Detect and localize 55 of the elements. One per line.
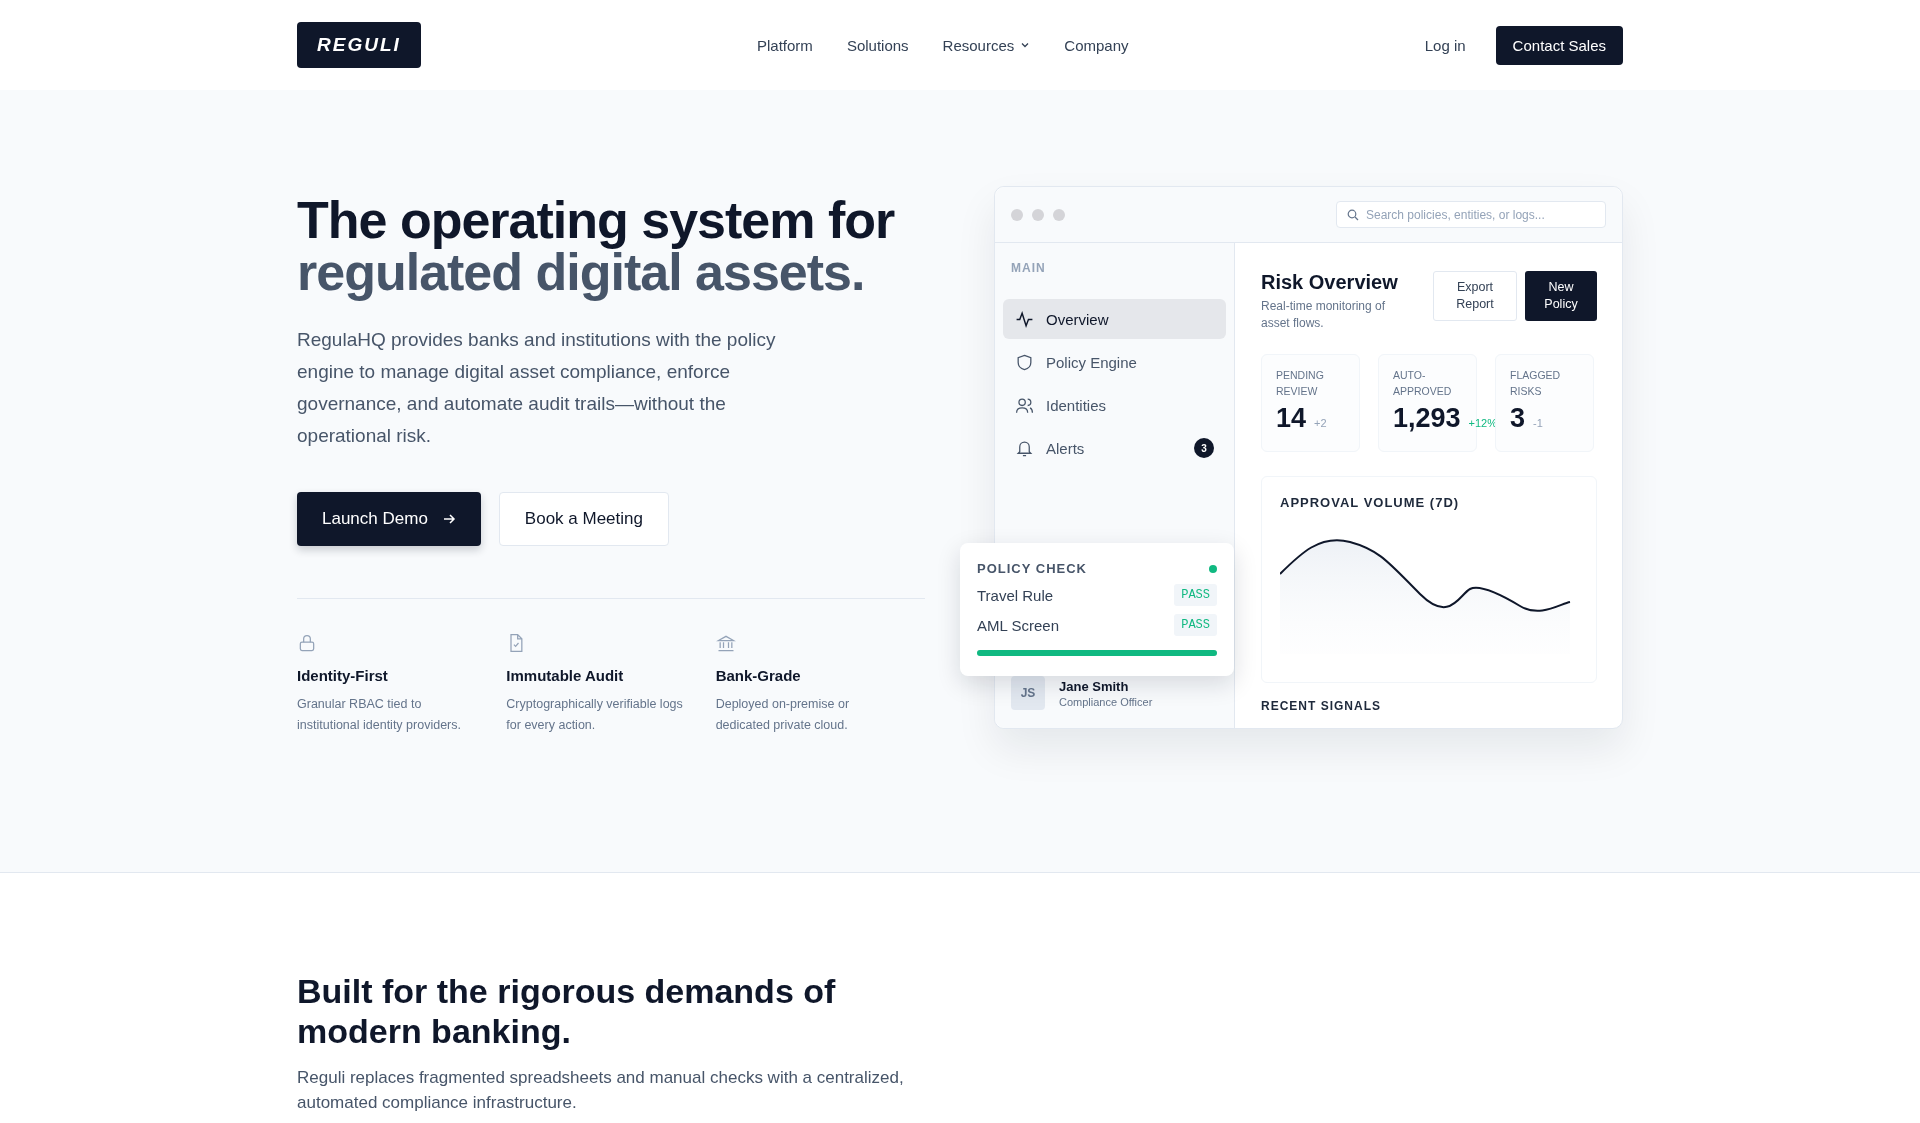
meeting-button[interactable]: Book a Meeting: [498, 492, 669, 546]
sidebar-item[interactable]: Identities: [1003, 385, 1226, 425]
count-badge: 3: [1194, 438, 1214, 458]
status-badge: PASS: [1174, 584, 1217, 606]
search-field[interactable]: Search policies, entities, or logs...: [1336, 201, 1606, 228]
export-button[interactable]: Export Report: [1433, 271, 1517, 321]
feature-title: Identity-First: [297, 667, 389, 684]
window-dot: [1011, 208, 1023, 221]
section-title: Built for the rigorous demands of modern banking.: [297, 971, 837, 1051]
launch-button[interactable]: Launch Demo: [297, 492, 481, 546]
contact-sales-button[interactable]: Contact Sales: [1495, 25, 1623, 65]
check-label: AML Screen: [977, 616, 1059, 634]
stat-delta: -1: [1533, 417, 1543, 429]
stat-label: PENDING REVIEW: [1276, 368, 1325, 399]
stat-value: 14: [1276, 403, 1307, 434]
window-dot: [1032, 208, 1044, 221]
user-role: Compliance Officer: [1059, 695, 1153, 708]
stat-value: 1,293: [1393, 403, 1461, 434]
status-badge: PASS: [1174, 614, 1217, 636]
sidebar-heading: MAIN: [1011, 261, 1047, 275]
pulse-icon: [1015, 309, 1034, 329]
new-policy-button[interactable]: New Policy: [1525, 271, 1597, 321]
arrow-right-icon: [441, 512, 456, 526]
feature-description: Granular RBAC tied to institutional identity providers.: [297, 696, 462, 734]
stat-value: 3: [1510, 403, 1526, 434]
nav-link[interactable]: Solutions: [846, 36, 909, 54]
logo[interactable]: REGULI: [297, 22, 421, 68]
sidebar-item[interactable]: Policy Engine: [1003, 342, 1226, 382]
feature-description: Cryptographically verifiable logs for every action.: [506, 696, 684, 734]
user-name: Jane Smith: [1059, 678, 1130, 694]
bank-icon: [715, 633, 736, 653]
feature-title: Bank-Grade: [715, 667, 802, 684]
nav-link[interactable]: Resources: [942, 36, 1031, 54]
window-dot: [1053, 208, 1065, 221]
chart-title: APPROVAL VOLUME (7D): [1280, 495, 1461, 510]
user-avatar: JS: [1011, 676, 1045, 710]
page-title: Risk Overview: [1261, 271, 1399, 294]
hero-description: RegulaHQ provides banks and institutions with the policy engine to manage digital asset compliance, enforce governance, and automate audit trails—without the operational risk.: [297, 328, 777, 448]
feature-title: Immutable Audit: [506, 667, 625, 684]
sidebar-item[interactable]: Overview: [1003, 299, 1226, 339]
nav-link[interactable]: Company: [1064, 36, 1129, 54]
stat-delta: +2: [1314, 417, 1327, 429]
feature-description: Deployed on-premise or dedicated private cloud.: [715, 696, 851, 734]
check-label: Travel Rule: [977, 586, 1054, 604]
shield-icon: [1015, 352, 1034, 372]
sidebar-item[interactable]: Alerts 3: [1003, 428, 1226, 468]
stat-label: AUTO-APPROVED: [1393, 368, 1453, 399]
stat-label: FLAGGED RISKS: [1510, 368, 1562, 399]
section-heading: RECENT SIGNALS: [1261, 699, 1382, 713]
login-link[interactable]: Log in: [1424, 36, 1466, 54]
section-description: Reguli replaces fragmented spreadsheets and manual checks with a centralized, automated compliance infrastructure.: [297, 1067, 905, 1114]
card-title: POLICY CHECK: [977, 561, 1087, 576]
nav-link[interactable]: Platform: [757, 36, 813, 54]
lock-icon: [297, 633, 317, 653]
page-subtitle: Real-time monitoring of asset flows.: [1261, 298, 1387, 332]
